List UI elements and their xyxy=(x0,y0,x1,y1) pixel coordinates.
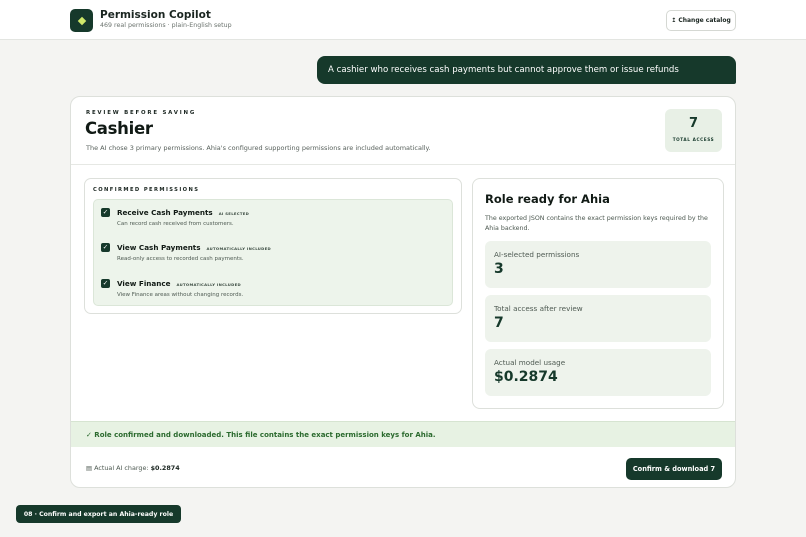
role-ready-panel: Role ready for Ahia The exported JSON co… xyxy=(472,178,724,409)
total-access-box: 7 TOTAL ACCESS xyxy=(665,109,722,152)
review-eyebrow: REVIEW BEFORE SAVING xyxy=(86,110,197,116)
permission-item: ✓ View Finance AUTOMATICALLY INCLUDED Vie… xyxy=(94,271,452,306)
permission-checkbox[interactable]: ✓ xyxy=(101,243,110,252)
role-description: The AI chose 3 primary permissions. Ahia… xyxy=(86,144,431,152)
total-access-value: 7 xyxy=(688,116,699,131)
permission-tag: AUTOMATICALLY INCLUDED xyxy=(176,281,241,287)
permission-name: Receive Cash Payments AI SELECTED xyxy=(117,208,250,217)
role-ready-title: Role ready for Ahia xyxy=(485,192,610,206)
stat-model-usage: Actual model usage $0.2874 xyxy=(485,349,711,396)
stat-total-access: Total access after review 7 xyxy=(485,295,711,342)
total-access-label: TOTAL ACCESS xyxy=(672,137,715,142)
success-message: ✓ Role confirmed and downloaded. This fi… xyxy=(71,421,735,447)
permission-description: View Finance areas without changing reco… xyxy=(117,292,244,298)
stat-value: 7 xyxy=(494,315,504,331)
permission-checkbox[interactable]: ✓ xyxy=(101,279,110,288)
confirmed-permissions-heading: CONFIRMED PERMISSIONS xyxy=(93,187,200,193)
ai-charge: ▤ Actual AI charge: $0.2874 xyxy=(86,464,180,472)
role-name: Cashier xyxy=(85,119,153,138)
stat-ai-selected: AI-selected permissions 3 xyxy=(485,241,711,288)
change-catalog-button[interactable]: ↥ Change catalog xyxy=(666,10,736,31)
permission-description: Can record cash received from customers. xyxy=(117,221,234,227)
permission-description: Read-only access to recorded cash paymen… xyxy=(117,256,244,262)
diamond-logo-icon xyxy=(77,16,86,25)
checkmark-icon: ✓ xyxy=(102,208,109,217)
charge-label: ▤ Actual AI charge: xyxy=(86,464,149,472)
permission-item: ✓ Receive Cash Payments AI SELECTED Can r… xyxy=(94,200,452,235)
role-ready-description: The exported JSON contains the exact per… xyxy=(485,215,708,232)
app-title: Permission Copilot xyxy=(100,9,211,21)
permission-item: ✓ View Cash Payments AUTOMATICALLY INCLUD… xyxy=(94,235,452,270)
confirmed-permissions-panel: CONFIRMED PERMISSIONS ✓ Receive Cash Pay… xyxy=(84,178,462,314)
review-card: REVIEW BEFORE SAVING Cashier The AI chos… xyxy=(70,96,736,488)
permission-name: View Finance AUTOMATICALLY INCLUDED xyxy=(117,279,241,288)
permission-name: View Cash Payments AUTOMATICALLY INCLUDED xyxy=(117,243,271,252)
permission-tag: AI SELECTED xyxy=(218,210,250,216)
checkmark-icon: ✓ xyxy=(102,243,109,252)
permission-tag: AUTOMATICALLY INCLUDED xyxy=(206,245,271,251)
app-logo-icon xyxy=(70,9,93,32)
confirm-download-button[interactable]: Confirm & download 7 xyxy=(626,458,722,480)
charge-value: $0.2874 xyxy=(150,464,180,472)
card-divider xyxy=(71,164,735,165)
stat-label: Total access after review xyxy=(494,304,583,313)
permission-list: ✓ Receive Cash Payments AI SELECTED Can r… xyxy=(93,199,453,306)
permission-checkbox[interactable]: ✓ xyxy=(101,208,110,217)
checkmark-icon: ✓ xyxy=(102,279,109,288)
step-badge: 08 · Confirm and export an Ahia-ready ro… xyxy=(16,505,181,523)
stat-value: 3 xyxy=(494,261,504,277)
app-subtitle: 469 real permissions · plain-English set… xyxy=(100,22,232,29)
stat-label: AI-selected permissions xyxy=(494,250,580,259)
stat-label: Actual model usage xyxy=(494,358,566,367)
top-bar: Permission Copilot 469 real permissions … xyxy=(0,0,806,40)
user-prompt-bubble: A cashier who receives cash payments but… xyxy=(317,56,736,84)
stat-value: $0.2874 xyxy=(494,369,558,385)
